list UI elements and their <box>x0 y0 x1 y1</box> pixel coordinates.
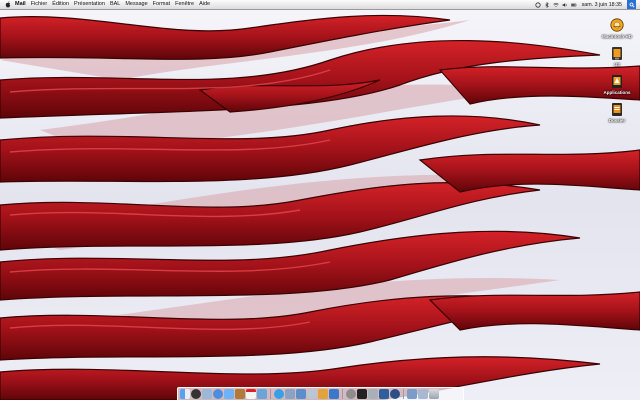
terminal-icon[interactable] <box>357 389 367 399</box>
menu-format[interactable]: Format <box>153 0 170 9</box>
menu-aide[interactable]: Aide <box>199 0 210 9</box>
disk-icon <box>610 45 624 61</box>
wifi-icon[interactable] <box>552 2 559 8</box>
menu-edition[interactable]: Édition <box>52 0 69 9</box>
menu-message[interactable]: Message <box>125 0 147 9</box>
finder-icon[interactable] <box>180 389 190 399</box>
documents-stack-icon[interactable] <box>418 389 428 399</box>
desktop-icon-dossier[interactable]: Dossier <box>599 101 635 123</box>
dock-separator <box>342 389 343 399</box>
idvd-icon[interactable] <box>307 389 317 399</box>
desktop-icon-macintosh-hd[interactable]: Macintosh HD <box>599 17 635 39</box>
dashboard-icon[interactable] <box>191 389 201 399</box>
utility-icon[interactable] <box>368 389 378 399</box>
menu-bar: Mail Fichier Édition Présentation BAL Me… <box>0 0 640 10</box>
dock-separator <box>403 389 404 399</box>
menu-bal[interactable]: BAL <box>110 0 120 9</box>
trash-icon[interactable] <box>429 389 439 399</box>
menu-app-mail[interactable]: Mail <box>15 0 26 9</box>
garageband-icon[interactable] <box>318 389 328 399</box>
menu-fenetre[interactable]: Fenêtre <box>175 0 194 9</box>
menu-clock[interactable]: sam. 3 juin 18:35 <box>582 2 622 8</box>
preview-icon[interactable] <box>257 389 267 399</box>
spotlight-icon[interactable] <box>627 0 636 9</box>
dock-separator <box>270 389 271 399</box>
mail-icon[interactable] <box>202 389 212 399</box>
iweb-icon[interactable] <box>329 389 339 399</box>
sync-icon[interactable] <box>535 1 541 8</box>
menu-presentation[interactable]: Présentation <box>74 0 105 9</box>
desktop-icon-label: Dossier <box>608 118 626 123</box>
folder-icon <box>610 73 624 89</box>
quicktime-icon[interactable] <box>390 389 400 399</box>
ical-icon[interactable] <box>246 389 256 399</box>
menu-extras: sam. 3 juin 18:35 <box>535 0 636 9</box>
bluetooth-icon[interactable] <box>544 1 550 8</box>
itunes-icon[interactable] <box>274 389 284 399</box>
folder-icon <box>610 101 624 117</box>
safari-icon[interactable] <box>213 389 223 399</box>
iphoto-icon[interactable] <box>285 389 295 399</box>
ichat-icon[interactable] <box>224 389 234 399</box>
desktop-icon-u3[interactable]: U3 <box>599 45 635 67</box>
downloads-stack-icon[interactable] <box>407 389 417 399</box>
desktop-icon-label: Applications <box>603 90 631 95</box>
volume-icon[interactable] <box>562 2 568 8</box>
dock <box>177 387 464 400</box>
desktop-wallpaper <box>0 0 640 400</box>
address-book-icon[interactable] <box>235 389 245 399</box>
menu-fichier[interactable]: Fichier <box>31 0 48 9</box>
battery-icon[interactable] <box>570 2 577 8</box>
hard-drive-icon <box>610 17 624 33</box>
imovie-icon[interactable] <box>296 389 306 399</box>
desktop-icon-label: Macintosh HD <box>601 34 632 39</box>
apple-menu-icon[interactable] <box>5 1 11 8</box>
desktop-icon-label: U3 <box>614 62 620 67</box>
system-preferences-icon[interactable] <box>346 389 356 399</box>
app-icon[interactable] <box>379 389 389 399</box>
desktop-icon-applications[interactable]: Applications <box>599 73 635 95</box>
